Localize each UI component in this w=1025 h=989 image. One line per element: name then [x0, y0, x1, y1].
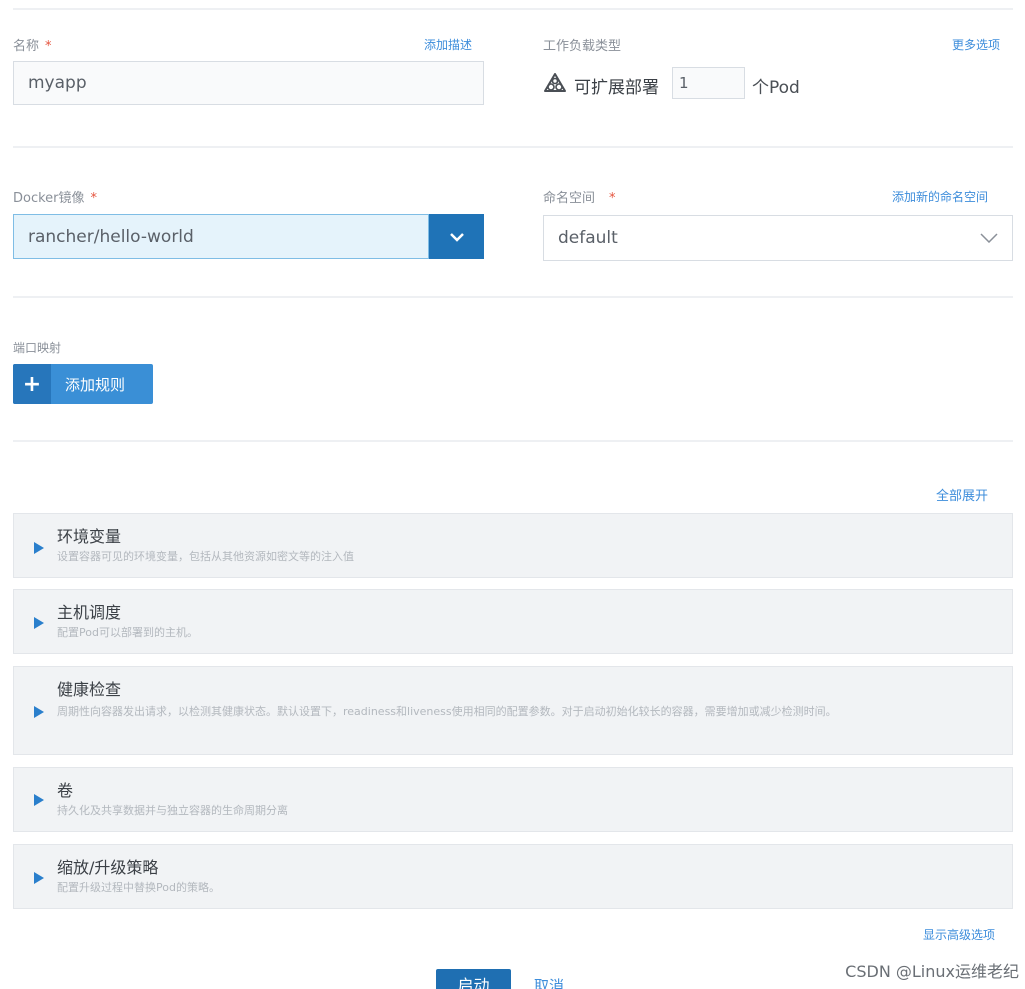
expand-arrow-icon — [34, 617, 44, 629]
expand-arrow-icon — [34, 794, 44, 806]
top-divider — [13, 8, 1013, 10]
section-description: 持久化及共享数据并与独立容器的生命周期分离 — [57, 804, 288, 817]
show-advanced-options-link[interactable]: 显示高级选项 — [923, 926, 995, 943]
expand-arrow-icon — [34, 706, 44, 718]
port-mapping-label: 端口映射 — [13, 341, 62, 355]
docker-image-label: Docker镜像 * — [13, 191, 98, 206]
section-title: 主机调度 — [57, 603, 122, 622]
section-scaling-upgrade-policy[interactable]: 缩放/升级策略 配置升级过程中替换Pod的策略。 — [13, 844, 1013, 909]
name-label: 名称 * — [13, 39, 52, 54]
divider-3 — [13, 440, 1013, 442]
add-namespace-link[interactable]: 添加新的命名空间 — [892, 188, 988, 205]
chevron-down-icon — [980, 233, 998, 243]
namespace-select[interactable]: default — [543, 215, 1013, 261]
section-title: 卷 — [57, 781, 74, 800]
more-options-link[interactable]: 更多选项 — [952, 36, 1000, 53]
divider-2 — [13, 296, 1013, 298]
workload-type-label: 工作负载类型 — [543, 39, 622, 54]
expand-all-link[interactable]: 全部展开 — [936, 485, 988, 504]
watermark: CSDN @Linux运维老纪 — [845, 962, 1019, 981]
namespace-label: 命名空间 * — [543, 191, 616, 206]
scalable-deployment-icon — [543, 72, 567, 96]
docker-image-dropdown-button[interactable] — [429, 214, 484, 259]
section-title: 健康检查 — [57, 680, 122, 699]
section-host-scheduling[interactable]: 主机调度 配置Pod可以部署到的主机。 — [13, 589, 1013, 654]
section-title: 环境变量 — [57, 527, 122, 546]
section-description: 配置Pod可以部署到的主机。 — [57, 626, 198, 639]
chevron-down-icon — [449, 232, 464, 242]
replicas-input[interactable]: 1 — [672, 67, 745, 99]
plus-icon: + — [13, 364, 51, 404]
cancel-link[interactable]: 取消 — [534, 975, 564, 989]
divider-1 — [13, 146, 1013, 148]
section-description: 配置升级过程中替换Pod的策略。 — [57, 881, 220, 894]
section-volumes[interactable]: 卷 持久化及共享数据并与独立容器的生命周期分离 — [13, 767, 1013, 832]
expand-arrow-icon — [34, 542, 44, 554]
expand-arrow-icon — [34, 872, 44, 884]
section-title: 缩放/升级策略 — [57, 858, 159, 877]
section-description: 设置容器可见的环境变量，包括从其他资源如密文等的注入值 — [57, 550, 354, 563]
launch-button[interactable]: 启动 — [436, 969, 511, 989]
section-env-vars[interactable]: 环境变量 设置容器可见的环境变量，包括从其他资源如密文等的注入值 — [13, 513, 1013, 578]
name-input[interactable]: myapp — [13, 61, 484, 105]
workload-type-text: 可扩展部署 — [574, 78, 659, 98]
namespace-value: default — [558, 228, 618, 248]
pod-unit-text: 个Pod — [752, 78, 800, 98]
section-description: 周期性向容器发出请求，以检测其健康状态。默认设置下，readiness和live… — [57, 705, 837, 718]
add-rule-button[interactable]: + 添加规则 — [13, 364, 153, 404]
docker-image-input[interactable]: rancher/hello-world — [13, 214, 429, 259]
section-health-check[interactable]: 健康检查 周期性向容器发出请求，以检测其健康状态。默认设置下，readiness… — [13, 666, 1013, 755]
add-description-link[interactable]: 添加描述 — [424, 36, 472, 53]
